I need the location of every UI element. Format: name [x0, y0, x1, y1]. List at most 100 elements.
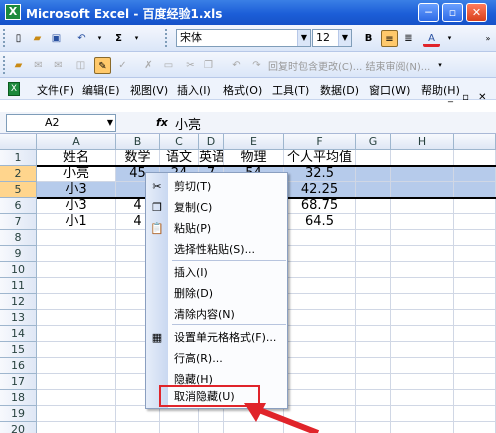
cell[interactable]	[356, 246, 391, 262]
column-header[interactable]: F	[284, 134, 356, 150]
row-header[interactable]: 12	[0, 294, 37, 310]
cell[interactable]: 物理	[224, 150, 284, 166]
row-header[interactable]: 14	[0, 326, 37, 342]
cell[interactable]	[37, 230, 116, 246]
cell[interactable]	[37, 326, 116, 342]
cell[interactable]: 64.5	[284, 214, 356, 230]
cell[interactable]	[356, 262, 391, 278]
cell[interactable]	[391, 230, 454, 246]
workbook-icon[interactable]: X	[8, 82, 20, 96]
cell[interactable]	[454, 230, 496, 246]
cell[interactable]: 数学	[116, 150, 160, 166]
cell[interactable]: 语文	[160, 150, 199, 166]
comment-icon[interactable]: ▭	[160, 57, 177, 74]
cell[interactable]	[356, 294, 391, 310]
context-menu-item[interactable]: 选择性粘贴(S)...	[146, 240, 287, 260]
cell[interactable]: 小3	[37, 198, 116, 214]
cell[interactable]	[37, 310, 116, 326]
cell[interactable]	[454, 214, 496, 230]
new-icon[interactable]: ▯	[10, 30, 27, 47]
bold-button[interactable]: B	[360, 30, 377, 47]
cell[interactable]	[391, 182, 454, 198]
cell[interactable]	[356, 214, 391, 230]
context-menu-item[interactable]: ❐ 复制(C)	[146, 198, 287, 218]
toolbar-grip[interactable]	[165, 29, 168, 47]
menu-window[interactable]: 窗口(W)	[369, 82, 410, 98]
cell[interactable]	[356, 406, 391, 422]
cell[interactable]	[37, 374, 116, 390]
cell[interactable]	[391, 262, 454, 278]
row-header[interactable]: 19	[0, 406, 37, 422]
cell[interactable]	[454, 182, 496, 198]
cut-disabled-icon[interactable]: ✂	[182, 57, 199, 74]
column-header[interactable]	[454, 134, 496, 150]
insert-function-icon[interactable]: fx	[156, 116, 168, 129]
formula-input[interactable]: 小亮	[175, 114, 201, 133]
mail-icon[interactable]: ✉	[50, 57, 67, 74]
redo-disabled-icon[interactable]: ↷	[248, 57, 265, 74]
cell[interactable]	[356, 358, 391, 374]
menu-edit[interactable]: 编辑(E)	[82, 82, 120, 98]
toolbar-grip[interactable]	[3, 29, 6, 47]
cell[interactable]	[454, 326, 496, 342]
column-header[interactable]: H	[391, 134, 454, 150]
cell[interactable]	[356, 390, 391, 406]
cell[interactable]	[391, 214, 454, 230]
restore-button[interactable]: ▫	[442, 3, 463, 22]
cell[interactable]	[391, 390, 454, 406]
cell[interactable]	[454, 342, 496, 358]
row-header[interactable]: 16	[0, 358, 37, 374]
cell[interactable]: 小1	[37, 214, 116, 230]
cell[interactable]	[356, 198, 391, 214]
chevron-down-icon[interactable]: ▼	[338, 30, 351, 46]
cell[interactable]	[391, 198, 454, 214]
cell[interactable]	[454, 166, 496, 182]
cell[interactable]	[37, 246, 116, 262]
cell[interactable]	[284, 342, 356, 358]
folder-icon[interactable]: ▰	[10, 57, 27, 74]
cell[interactable]	[356, 374, 391, 390]
column-header[interactable]: G	[356, 134, 391, 150]
cell[interactable]	[454, 150, 496, 166]
font-size-select[interactable]: 12 ▼	[312, 29, 352, 47]
row-header[interactable]: 7	[0, 214, 37, 230]
cell[interactable]	[454, 390, 496, 406]
cell[interactable]	[454, 406, 496, 422]
cell[interactable]	[356, 310, 391, 326]
menu-file[interactable]: 文件(F)	[37, 82, 74, 98]
row-header[interactable]: 20	[0, 422, 37, 433]
menu-tools[interactable]: 工具(T)	[272, 82, 309, 98]
accept-icon[interactable]: ✓	[114, 57, 131, 74]
cell[interactable]	[284, 310, 356, 326]
row-header[interactable]: 10	[0, 262, 37, 278]
column-header[interactable]: A	[37, 134, 116, 150]
name-box[interactable]: A2 ▼	[6, 114, 116, 132]
menu-data[interactable]: 数据(D)	[320, 82, 359, 98]
chevron-down-icon[interactable]: ▼	[107, 115, 113, 131]
row-header[interactable]: 1	[0, 150, 37, 166]
cell[interactable]	[116, 422, 160, 433]
cell[interactable]	[391, 358, 454, 374]
row-header[interactable]: 11	[0, 278, 37, 294]
context-menu-item[interactable]: ▦ 设置单元格格式(F)...	[146, 328, 287, 348]
cell[interactable]	[284, 230, 356, 246]
cell[interactable]	[356, 150, 391, 166]
cell[interactable]: 42.25	[284, 182, 356, 198]
cell[interactable]	[391, 406, 454, 422]
cell[interactable]	[391, 422, 454, 433]
toolbar-options-icon[interactable]: »	[482, 30, 494, 47]
send-icon[interactable]: ✉	[30, 57, 47, 74]
cell[interactable]	[284, 246, 356, 262]
cell[interactable]	[454, 422, 496, 433]
cell[interactable]	[199, 422, 224, 433]
cell[interactable]	[454, 294, 496, 310]
row-header[interactable]: 18	[0, 390, 37, 406]
cell[interactable]	[391, 246, 454, 262]
toolbar-options-icon[interactable]: ▾	[434, 57, 446, 74]
cell[interactable]	[391, 326, 454, 342]
select-all-corner[interactable]	[0, 134, 37, 150]
column-header[interactable]: C	[160, 134, 199, 150]
cell[interactable]	[454, 358, 496, 374]
cell[interactable]	[356, 422, 391, 433]
cell[interactable]	[284, 294, 356, 310]
